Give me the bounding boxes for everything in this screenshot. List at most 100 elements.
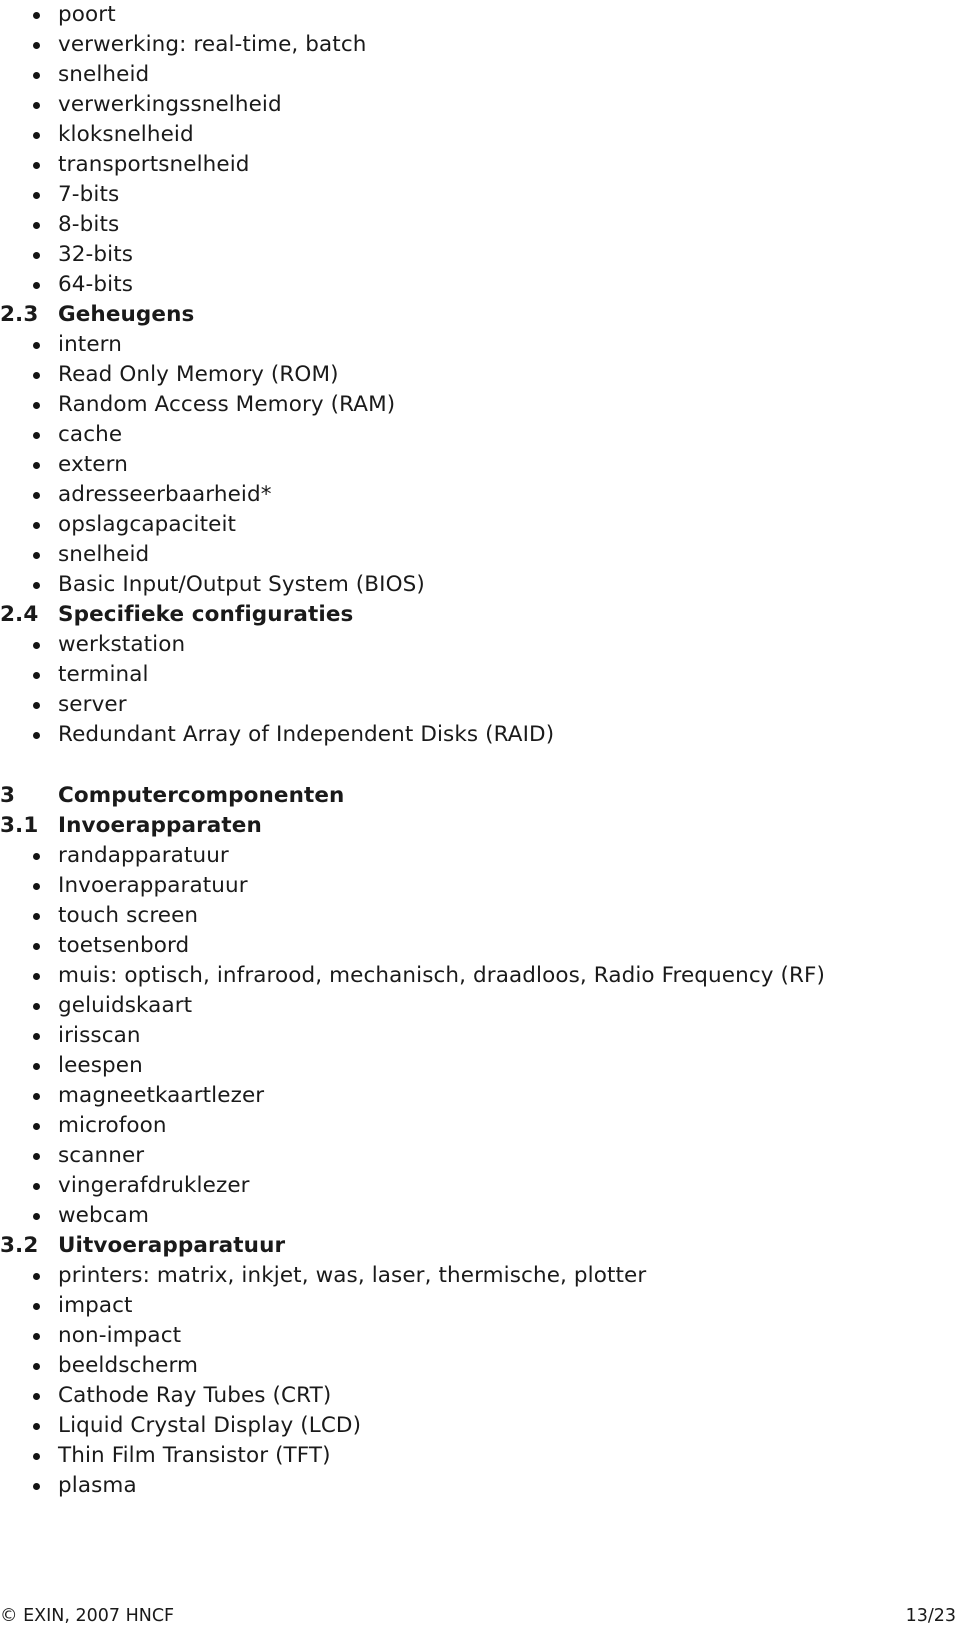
list-item-label: Basic Input/Output System (BIOS) [58, 572, 425, 597]
list-item-label: vingerafdruklezer [58, 1173, 250, 1198]
bullet-icon [33, 101, 40, 109]
list-item: Invoerapparatuur [0, 871, 960, 901]
section-number: 2.4 [0, 602, 39, 627]
list-item: randapparatuur [0, 841, 960, 871]
list-item-label: Read Only Memory (ROM) [58, 362, 339, 387]
bullet-icon [33, 11, 40, 19]
bullet-icon [33, 1062, 40, 1070]
list-item: extern [0, 450, 960, 480]
bullet-icon [33, 942, 40, 950]
list-item: 7-bits [0, 180, 960, 210]
list-item-label: cache [58, 422, 123, 447]
bullet-icon [33, 671, 40, 679]
bullet-icon [33, 1092, 40, 1100]
list-item-label: 32-bits [58, 242, 134, 267]
list-item: intern [0, 330, 960, 360]
list-item: verwerking: real-time, batch [0, 30, 960, 60]
list-item-label: leespen [58, 1053, 143, 1078]
list-item: irisscan [0, 1021, 960, 1051]
list-item: Redundant Array of Independent Disks (RA… [0, 720, 960, 750]
list-item: Cathode Ray Tubes (CRT) [0, 1381, 960, 1411]
bullet-icon [33, 972, 40, 980]
bullet-icon [33, 1452, 40, 1460]
list-item: kloksnelheid [0, 120, 960, 150]
list-item: beeldscherm [0, 1351, 960, 1381]
section-heading: 3 Computercomponenten [0, 781, 960, 811]
list-item: werkstation [0, 630, 960, 660]
list-item: snelheid [0, 60, 960, 90]
bullet-icon [33, 1482, 40, 1490]
footer-copyright: © EXIN, 2007 HNCF [0, 1606, 175, 1626]
bullet-icon [33, 1032, 40, 1040]
list-item: scanner [0, 1141, 960, 1171]
list-item: snelheid [0, 540, 960, 570]
list-item: vingerafdruklezer [0, 1171, 960, 1201]
list-item: Thin Film Transistor (TFT) [0, 1441, 960, 1471]
list-item-label: adresseerbaarheid* [58, 482, 272, 507]
list-item-label: non-impact [58, 1323, 182, 1348]
section-title: Geheugens [58, 302, 195, 327]
list-item: 8-bits [0, 210, 960, 240]
list-item-label: plasma [58, 1473, 137, 1498]
list-item-label: 7-bits [58, 182, 120, 207]
list-item-label: Cathode Ray Tubes (CRT) [58, 1383, 332, 1408]
bullet-icon [33, 852, 40, 860]
bullet-icon [33, 521, 40, 529]
bullet-icon [33, 731, 40, 739]
list-item: adresseerbaarheid* [0, 480, 960, 510]
bullet-icon [33, 341, 40, 349]
list-item-label: microfoon [58, 1113, 167, 1138]
section-title: Computercomponenten [58, 783, 345, 808]
list-item: cache [0, 420, 960, 450]
list-item: geluidskaart [0, 991, 960, 1021]
list-item-label: snelheid [58, 62, 150, 87]
list-item-label: opslagcapaciteit [58, 512, 237, 537]
bullet-icon [33, 551, 40, 559]
list-item: 64-bits [0, 270, 960, 300]
bullet-icon [33, 71, 40, 79]
list-item-label: touch screen [58, 903, 199, 928]
bullet-icon [33, 1152, 40, 1160]
bullet-icon [33, 912, 40, 920]
list-item-label: extern [58, 452, 128, 477]
bullet-icon [33, 461, 40, 469]
list-item-label: kloksnelheid [58, 122, 194, 147]
bullet-icon [33, 1182, 40, 1190]
list-item: muis: optisch, infrarood, mechanisch, dr… [0, 961, 960, 991]
section-number: 3 [0, 783, 16, 808]
bullet-icon [33, 431, 40, 439]
list-item-label: poort [58, 2, 116, 27]
bullet-icon [33, 491, 40, 499]
list-item-label: intern [58, 332, 122, 357]
list-item: opslagcapaciteit [0, 510, 960, 540]
list-item: non-impact [0, 1321, 960, 1351]
list-item: printers: matrix, inkjet, was, laser, th… [0, 1261, 960, 1291]
list-item-label: Invoerapparatuur [58, 873, 248, 898]
list-item: magneetkaartlezer [0, 1081, 960, 1111]
list-item: Read Only Memory (ROM) [0, 360, 960, 390]
list-item-label: 8-bits [58, 212, 120, 237]
list-item-label: Random Access Memory (RAM) [58, 392, 396, 417]
footer-page-number: 13/23 [905, 1606, 956, 1626]
bullet-icon [33, 882, 40, 890]
bullet-icon [33, 1362, 40, 1370]
list-item-label: scanner [58, 1143, 145, 1168]
section-heading: 2.3 Geheugens [0, 300, 960, 330]
section-title: Invoerapparaten [58, 813, 262, 838]
list-item: Random Access Memory (RAM) [0, 390, 960, 420]
list-item: leespen [0, 1051, 960, 1081]
list-item-label: snelheid [58, 542, 150, 567]
list-item-label: werkstation [58, 632, 186, 657]
bullet-icon [33, 1422, 40, 1430]
list-item: 32-bits [0, 240, 960, 270]
bullet-icon [33, 1002, 40, 1010]
list-item-label: verwerking: real-time, batch [58, 32, 367, 57]
bullet-icon [33, 1212, 40, 1220]
list-item: verwerkingssnelheid [0, 90, 960, 120]
document-page: poort verwerking: real-time, batch snelhei… [0, 0, 960, 1649]
section-heading: 3.2 Uitvoerapparatuur [0, 1231, 960, 1261]
section-number: 3.2 [0, 1233, 39, 1258]
list-item-label: impact [58, 1293, 133, 1318]
list-item-label: Redundant Array of Independent Disks (RA… [58, 722, 555, 747]
list-item-label: Thin Film Transistor (TFT) [58, 1443, 331, 1468]
